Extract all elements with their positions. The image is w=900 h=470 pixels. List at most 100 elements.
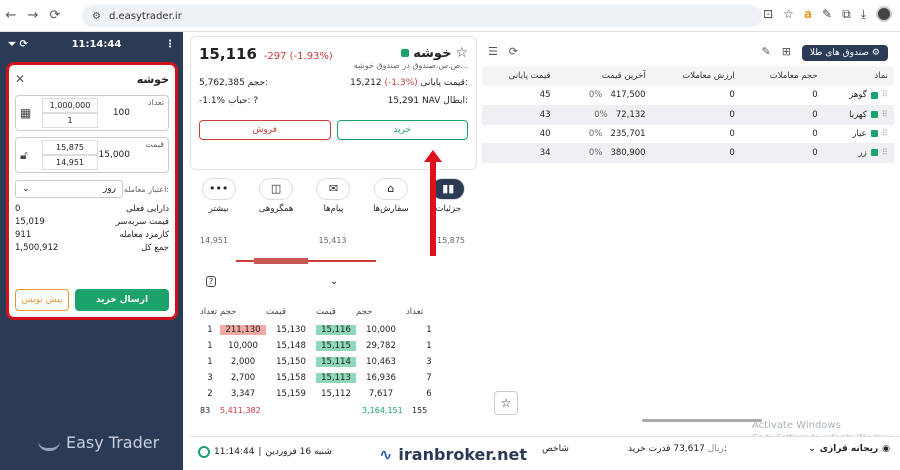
- price-max[interactable]: 15,875: [42, 140, 98, 155]
- avatar[interactable]: [876, 6, 892, 22]
- gold-funds-button[interactable]: صندوق های طلا ⚙: [801, 44, 888, 61]
- close-icon[interactable]: ✕: [15, 72, 25, 86]
- extension-amazon-icon[interactable]: a: [804, 7, 812, 21]
- order-book-row[interactable]: 1 10,000 15,148 15,115 29,782 1: [200, 338, 470, 354]
- help-icon[interactable]: ?: [206, 276, 217, 287]
- draft-button[interactable]: پیش نویس: [15, 289, 69, 311]
- buy-count: 6: [426, 389, 432, 399]
- col-symbol[interactable]: نماد: [823, 66, 894, 86]
- trade-volume-cell: 0: [740, 143, 824, 163]
- quantity-field[interactable]: تعداد 100 ▦ 1,000,000 1: [15, 95, 169, 131]
- install-icon[interactable]: ⊡: [763, 7, 773, 21]
- quantity-max[interactable]: 1,000,000: [42, 98, 98, 113]
- symbol-cell[interactable]: زر ⠿: [823, 143, 894, 163]
- drag-handle-icon[interactable]: ⠿: [882, 129, 888, 139]
- list-icon[interactable]: ☰: [488, 45, 498, 58]
- order-book-row[interactable]: 2 3,347 15,159 15,112 7,617 6: [200, 386, 470, 402]
- last-price-cell: 0% 72,132: [556, 105, 652, 125]
- quantity-label: تعداد: [147, 98, 164, 107]
- edit-icon[interactable]: ✎: [762, 45, 771, 58]
- table-row[interactable]: 34 0% 380,900 0 0 زر ⠿: [482, 143, 894, 163]
- order-book-row[interactable]: 1 2,000 15,150 15,114 10,463 3: [200, 354, 470, 370]
- clock-text: 11:14:44: [71, 38, 122, 50]
- address-bar[interactable]: ⚙ d.easytrader.ir: [82, 5, 762, 27]
- table-row[interactable]: 40 0% 235,701 0 0 عیار ⠿: [482, 124, 894, 144]
- add-list-icon[interactable]: ⊞: [782, 45, 791, 58]
- buy-volume: 10,463: [366, 357, 396, 367]
- filter-icon[interactable]: ⏷ ⟳: [8, 39, 28, 50]
- more-icon: •••: [201, 178, 236, 200]
- reload-icon[interactable]: ⟳: [44, 8, 66, 23]
- tab-more[interactable]: ••• بیشتر: [194, 178, 244, 230]
- bookmark-star-icon[interactable]: ☆: [783, 7, 794, 21]
- order-book-row[interactable]: 3 2,700 15,158 15,113 16,936 7: [200, 370, 470, 386]
- price-min[interactable]: 14,951: [42, 155, 98, 170]
- clock-icon: [198, 446, 210, 458]
- watchlist-panel: ☰ ⟳ ✎ ⊞ صندوق های طلا ⚙ قیمت پایانی آخری…: [482, 36, 894, 436]
- calculator-icon[interactable]: ▦: [20, 106, 31, 120]
- col-trade-volume[interactable]: حجم معاملات: [740, 66, 824, 86]
- browser-toolbar: ← → ⟳ ⚙ d.easytrader.ir ⊡ ☆ a ✎ ⧉ ⤓: [0, 0, 900, 32]
- col-final-price[interactable]: قیمت پایانی: [482, 66, 557, 86]
- last-price-value: 380,900: [610, 147, 646, 158]
- details-icon: ▮▮: [431, 178, 466, 200]
- site-info-icon[interactable]: ⚙: [92, 11, 101, 22]
- final-price-cell: 34: [482, 143, 557, 163]
- chevron-down-icon: ⌄: [22, 184, 30, 194]
- sell-volume: 3,347: [230, 389, 256, 399]
- table-row[interactable]: 43 0% 72,132 0 0 کهربا ⠿: [482, 105, 894, 125]
- downloads-icon[interactable]: ⤓: [861, 7, 866, 22]
- last-price: 15,116: [199, 45, 257, 63]
- refresh-icon[interactable]: ⟳: [509, 45, 518, 58]
- symbol-name: خوشه: [413, 46, 452, 61]
- add-favorite-icon[interactable]: ☆: [494, 391, 518, 415]
- send-buy-button[interactable]: ارسال خرید: [75, 289, 169, 311]
- status-dot: [870, 130, 878, 137]
- buy-button[interactable]: خرید: [336, 120, 468, 140]
- symbol-cell[interactable]: کهربا ⠿: [823, 105, 894, 125]
- horizontal-scrollbar[interactable]: [642, 419, 762, 422]
- symbol-cell[interactable]: گوهر ⠿: [823, 86, 894, 106]
- price-value[interactable]: 15,000: [99, 150, 131, 160]
- extension-icon[interactable]: ✎: [822, 7, 832, 21]
- menu-icon[interactable]: ⋮: [165, 39, 175, 50]
- extensions-puzzle-icon[interactable]: ⧉: [842, 7, 851, 22]
- bubble-label: حباب:: [228, 96, 251, 106]
- tab-peers[interactable]: ◫ همگروهی: [251, 178, 301, 230]
- col-trade-value[interactable]: ارزش معاملات: [651, 66, 741, 86]
- sell-button[interactable]: فروش: [199, 120, 331, 140]
- user-menu[interactable]: ⌄ ریحانه قرازی ◉: [808, 444, 890, 454]
- drag-handle-icon[interactable]: ⠿: [882, 148, 888, 158]
- order-book-row[interactable]: 1 211,130 15,130 15,116 10,000 1: [200, 322, 470, 338]
- quantity-stepper[interactable]: 1,000,000 1: [42, 98, 98, 128]
- tab-messages[interactable]: ✉ پیام‌ها: [308, 178, 358, 230]
- fee-value: 911: [15, 230, 32, 240]
- symbol-cell[interactable]: عیار ⠿: [823, 124, 894, 144]
- sell-count-total: 83: [200, 406, 211, 415]
- col-last-price[interactable]: آخرین قیمت: [556, 66, 652, 86]
- tab-orders[interactable]: ⌂ سفارش‌ها: [366, 178, 416, 230]
- validity-select[interactable]: ⌄ روز: [15, 180, 123, 198]
- star-icon[interactable]: ☆: [455, 45, 468, 61]
- drag-handle-icon[interactable]: ⠿: [882, 110, 888, 120]
- drag-handle-icon[interactable]: ⠿: [882, 90, 888, 100]
- index-label[interactable]: شاخص: [542, 444, 569, 454]
- sell-price: 15,148: [276, 341, 306, 351]
- price-change: -297 (-1.93%): [263, 51, 333, 62]
- help-icon[interactable]: ?: [253, 96, 258, 106]
- user-name: ریحانه قرازی: [819, 444, 879, 454]
- quantity-value[interactable]: 100: [113, 108, 130, 118]
- chevron-down-icon[interactable]: ⌄: [330, 276, 338, 287]
- sell-price: 15,158: [276, 373, 306, 383]
- price-stepper[interactable]: 15,875 14,951: [42, 140, 98, 170]
- volume-label: حجم:: [247, 78, 269, 88]
- back-icon[interactable]: ←: [0, 8, 22, 23]
- forward-icon[interactable]: →: [22, 8, 44, 23]
- price-field[interactable]: قیمت 15,000 🔓︎ 15,875 14,951: [15, 137, 169, 173]
- final-price-cell: 40: [482, 124, 557, 144]
- quantity-min[interactable]: 1: [42, 113, 98, 128]
- sell-price: 15,150: [276, 357, 306, 367]
- tab-label: بیشتر: [208, 204, 229, 214]
- table-row[interactable]: 45 0% 417,500 0 0 گوهر ⠿: [482, 86, 894, 106]
- lock-icon[interactable]: 🔓︎: [20, 148, 28, 163]
